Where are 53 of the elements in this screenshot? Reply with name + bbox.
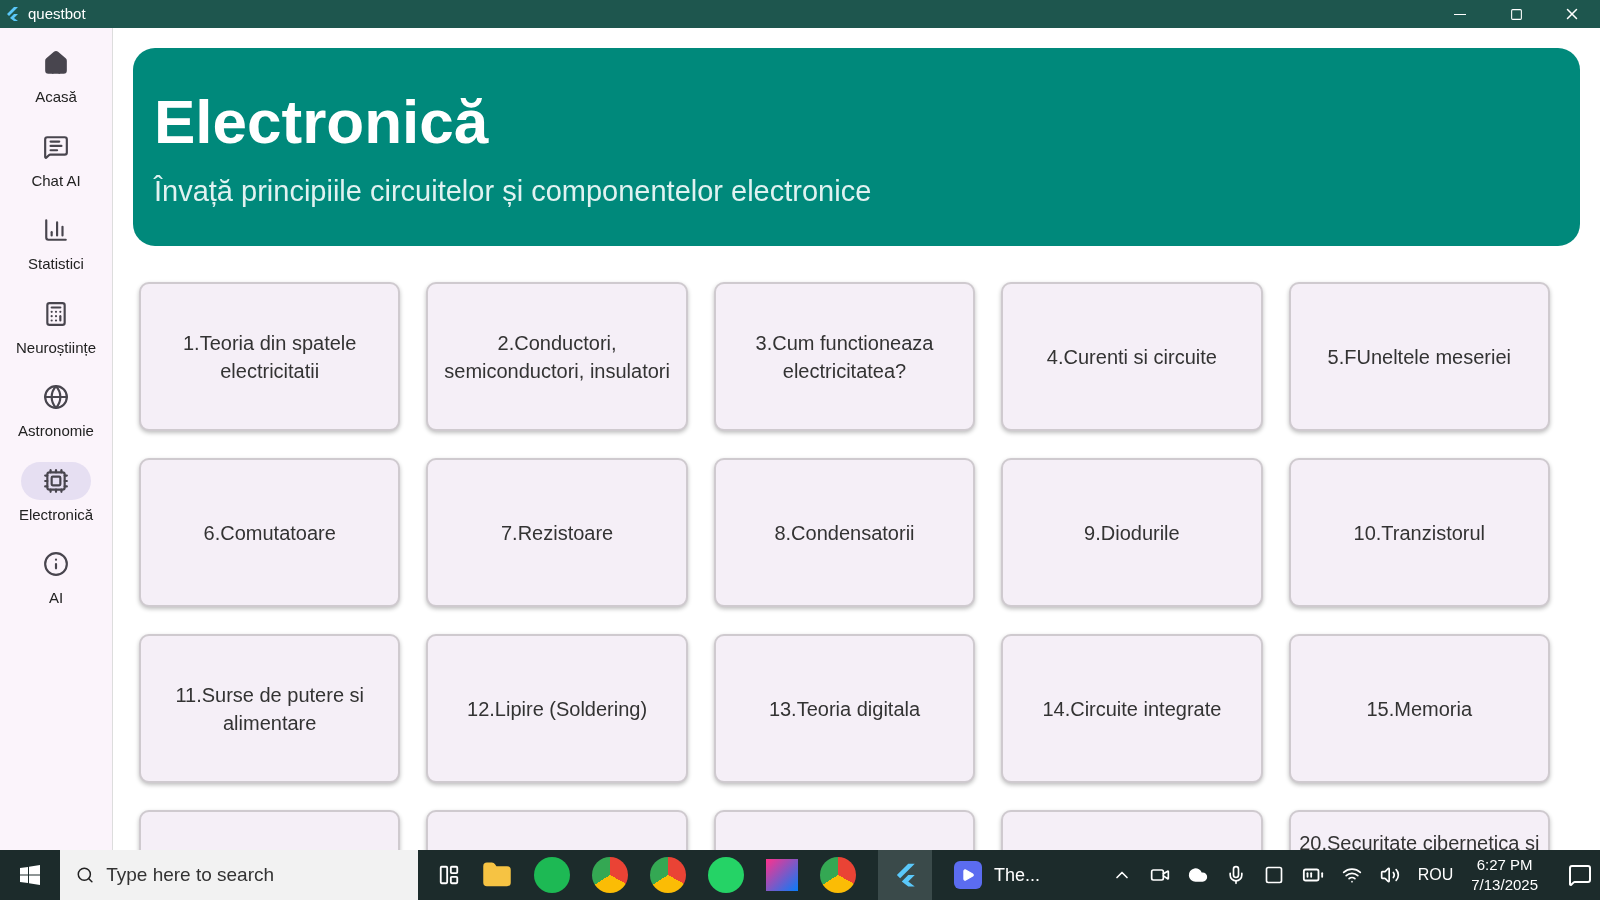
sidebar-item[interactable]: Acasă (2, 44, 110, 109)
lesson-card[interactable]: 11.Surse de putere si alimentare (139, 634, 401, 783)
browser-icon[interactable] (650, 857, 686, 893)
lesson-card[interactable]: 20.Securitate cibernetica si (1288, 810, 1550, 850)
lesson-card[interactable]: 6.Comutatoare (139, 458, 401, 607)
minimize-icon (1454, 13, 1466, 15)
clock-time[interactable]: 6:27 PM (1476, 855, 1533, 875)
clock-date[interactable]: 7/13/2025 (1471, 875, 1538, 895)
sidebar-item[interactable]: Astronomie (2, 378, 110, 443)
lesson-card[interactable]: 14.Circuite integrate (1001, 634, 1263, 783)
lesson-card[interactable]: 9.Diodurile (1001, 458, 1263, 607)
volume-icon[interactable] (1379, 865, 1400, 885)
taskbar-search-field[interactable]: Type here to search (60, 850, 418, 900)
lesson-card[interactable]: 8.Condensatorii (713, 458, 976, 607)
lesson-card[interactable]: 2.Conductori, semiconductori, insulatori (426, 282, 688, 431)
cloud-icon[interactable] (1187, 865, 1208, 885)
page-title: Electronică (154, 86, 490, 158)
lesson-card[interactable]: 1.Teoria din spatele electricitatii (139, 282, 401, 431)
globe-icon (43, 384, 69, 410)
windows-logo-icon (20, 865, 40, 885)
language-indicator[interactable]: ROU (1417, 863, 1454, 887)
play-icon (961, 868, 975, 882)
lesson-card[interactable]: 5.FUneltele meseriei (1288, 282, 1550, 431)
notification-icon[interactable] (1568, 863, 1592, 887)
restore-icon (1509, 7, 1523, 21)
sidebar-item[interactable]: Chat AI (2, 127, 110, 192)
window-title: questbot (28, 3, 86, 24)
sidebar-item[interactable]: Neuroștiințe (2, 294, 110, 359)
lesson-card[interactable]: 10.Tranzistorul (1288, 458, 1550, 607)
bar-chart-icon (43, 217, 69, 243)
chip-icon (43, 467, 69, 494)
lesson-card[interactable]: 7.Rezistoare (426, 458, 688, 607)
lesson-card[interactable]: 15.Memoria (1288, 634, 1550, 783)
flutter-app-icon[interactable] (878, 850, 932, 900)
browser-icon[interactable] (820, 857, 856, 893)
sidebar-item[interactable]: Statistici (2, 211, 110, 276)
search-input[interactable]: Type here to search (106, 860, 402, 890)
sidebar-item[interactable]: Electronică (2, 461, 110, 526)
page-subtitle: Învață principiile circuitelor și componentelor electronice (154, 174, 873, 209)
lesson-card[interactable]: 12.Lipire (Soldering) (426, 634, 688, 783)
info-icon (43, 551, 69, 577)
lesson-card[interactable]: 3.Cum functioneaza electricitatea? (713, 282, 976, 431)
sidebar-item[interactable]: AI (2, 545, 110, 610)
home-icon (43, 50, 69, 76)
task-view-icon[interactable] (438, 864, 460, 886)
chat-icon (43, 133, 69, 160)
wifi-icon[interactable] (1341, 865, 1362, 885)
calculator-icon (43, 300, 69, 327)
search-icon (76, 865, 95, 885)
taskbar-app-button[interactable]: The... (954, 861, 1041, 889)
lesson-card[interactable]: 4.Curenti si circuite (1001, 282, 1263, 431)
browser-icon[interactable] (592, 857, 628, 893)
lesson-card[interactable]: 13.Teoria digitala (713, 634, 976, 783)
